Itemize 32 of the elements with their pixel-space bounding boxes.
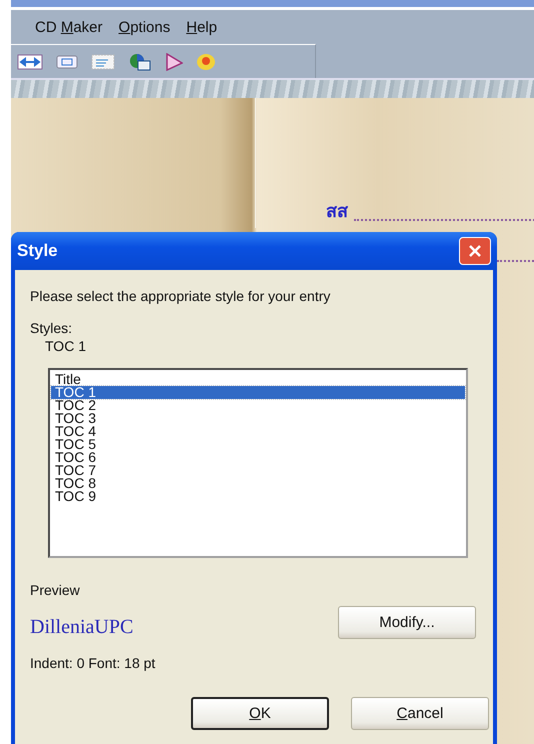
close-button[interactable]: [459, 237, 491, 265]
dialog-button[interactable]: Cancel: [351, 697, 489, 730]
globe-book-icon[interactable]: [128, 52, 152, 70]
style-option[interactable]: TOC 9: [51, 490, 465, 503]
menu-item[interactable]: Help: [182, 18, 222, 36]
style-option[interactable]: TOC 6: [51, 451, 465, 464]
frame-icon[interactable]: [56, 54, 78, 68]
style-option[interactable]: TOC 4: [51, 425, 465, 438]
modify-button[interactable]: Modify...: [338, 606, 476, 639]
text-lines-icon[interactable]: [91, 54, 115, 70]
arrows-icon[interactable]: [17, 54, 43, 70]
style-option[interactable]: TOC 2: [51, 399, 465, 412]
instruction-text: Please select the appropriate style for your entry: [30, 288, 332, 304]
styles-label: Styles:: [30, 320, 74, 336]
menu-item[interactable]: Options: [114, 18, 174, 36]
toc-entry: สส: [326, 200, 348, 224]
style-option[interactable]: TOC 3: [51, 412, 465, 425]
preview-text: DilleniaUPC: [30, 615, 134, 639]
style-option[interactable]: TOC 7: [51, 464, 465, 477]
style-option[interactable]: TOC 5: [51, 438, 465, 451]
pointer-icon[interactable]: [165, 52, 183, 70]
menu-item[interactable]: CD Maker: [31, 18, 107, 36]
style-details: Indent: 0 Font: 18 pt: [30, 655, 156, 671]
disc-icon[interactable]: [196, 52, 216, 70]
dialog-button[interactable]: OK: [191, 697, 329, 730]
style-option[interactable]: TOC 1: [51, 386, 465, 399]
style-option[interactable]: Title: [51, 373, 465, 386]
preview-label: Preview: [30, 582, 81, 598]
close-icon: [467, 243, 483, 259]
dialog-title: Style: [17, 241, 58, 261]
current-style: TOC 1: [45, 338, 87, 354]
style-option[interactable]: TOC 8: [51, 477, 465, 490]
